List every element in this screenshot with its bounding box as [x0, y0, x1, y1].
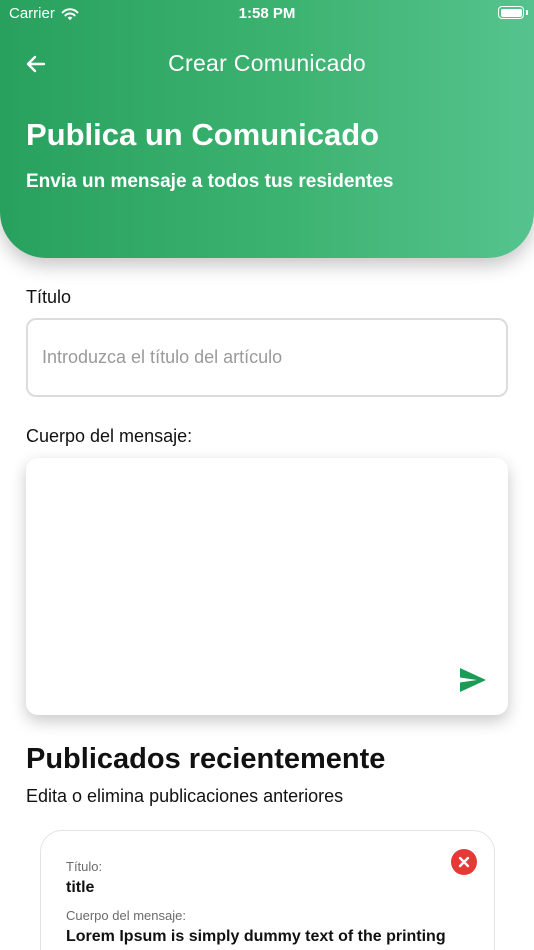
nav-bar: Crear Comunicado	[0, 44, 534, 82]
send-button[interactable]	[456, 663, 490, 697]
title-input[interactable]	[26, 318, 508, 397]
page-subtitle: Envia un mensaje a todos tus residentes	[26, 171, 394, 192]
post-card[interactable]: Título: title Cuerpo del mensaje: Lorem …	[40, 830, 495, 950]
header: Carrier 1:58 PM Crear Comunicado Publica…	[0, 0, 534, 258]
page-title: Publica un Comunicado	[26, 117, 380, 152]
send-icon	[460, 668, 486, 692]
message-body-input[interactable]	[40, 470, 464, 664]
battery-level	[500, 8, 522, 17]
delete-post-button[interactable]	[451, 849, 477, 875]
body-label: Cuerpo del mensaje:	[26, 426, 193, 446]
status-bar: Carrier 1:58 PM	[0, 0, 534, 30]
battery-cap	[526, 10, 528, 15]
post-body-label: Cuerpo del mensaje:	[66, 908, 186, 923]
post-title: title	[66, 879, 95, 896]
recent-section-title: Publicados recientemente	[26, 743, 386, 775]
message-body-card	[26, 458, 508, 715]
nav-title: Crear Comunicado	[168, 50, 366, 76]
close-icon	[458, 856, 470, 868]
status-time: 1:58 PM	[238, 5, 296, 22]
post-title-label: Título:	[66, 859, 103, 874]
recent-section-subtitle: Edita o elimina publicaciones anteriores	[26, 786, 344, 806]
battery-icon	[498, 6, 524, 19]
app-screen: Carrier 1:58 PM Crear Comunicado Publica…	[0, 0, 534, 950]
title-label: Título	[26, 287, 72, 307]
post-body: Lorem Ipsum is simply dummy text of the …	[66, 928, 446, 945]
